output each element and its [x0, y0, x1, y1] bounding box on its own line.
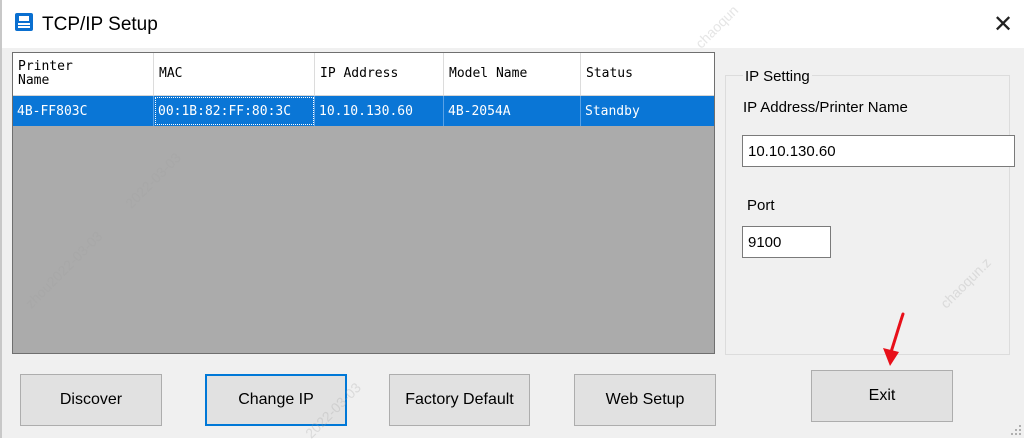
- discover-button[interactable]: Discover: [20, 374, 162, 426]
- close-icon: ✕: [992, 10, 1014, 38]
- printer-list[interactable]: Printer Name MAC IP Address Model Name S…: [12, 52, 715, 354]
- column-header-model-name[interactable]: Model Name: [444, 53, 581, 95]
- column-header-label: IP Address: [320, 66, 399, 81]
- column-header-status[interactable]: Status: [581, 53, 714, 95]
- change-ip-button[interactable]: Change IP: [205, 374, 347, 426]
- close-button[interactable]: ✕: [980, 0, 1024, 48]
- cell-ip-address: 10.10.130.60: [315, 96, 444, 126]
- column-header-printer-name[interactable]: Printer Name: [13, 53, 154, 95]
- exit-button[interactable]: Exit: [811, 370, 953, 422]
- window-title: TCP/IP Setup: [42, 14, 158, 35]
- cell-model-name: 4B-2054A: [444, 96, 581, 126]
- ip-setting-legend: IP Setting: [743, 68, 812, 85]
- column-header-ip-address[interactable]: IP Address: [315, 53, 444, 95]
- port-input[interactable]: [742, 226, 831, 258]
- column-header-label: Model Name: [449, 66, 528, 81]
- cell-status: Standby: [585, 103, 640, 119]
- factory-default-button[interactable]: Factory Default: [389, 374, 530, 426]
- list-row-selected[interactable]: 4B-FF803C 00:1B:82:FF:80:3C 10.10.130.60…: [13, 96, 714, 126]
- cell-printer-name: 4B-FF803C: [13, 96, 154, 126]
- resize-grip-icon[interactable]: [1010, 424, 1022, 436]
- red-arrow-icon: [883, 312, 905, 366]
- web-setup-button[interactable]: Web Setup: [574, 374, 716, 426]
- list-header: Printer Name MAC IP Address Model Name S…: [13, 53, 714, 96]
- ip-address-input[interactable]: [742, 135, 1015, 167]
- ip-address-label: IP Address/Printer Name: [743, 99, 908, 116]
- column-header-label: MAC: [159, 66, 183, 81]
- ip-setting-group: [725, 75, 1010, 355]
- tcpip-setup-window: TCP/IP Setup ✕ Printer Name MAC IP Addre…: [0, 0, 1024, 441]
- printer-icon: [15, 13, 33, 31]
- column-header-mac[interactable]: MAC: [154, 53, 315, 95]
- title-bar: TCP/IP Setup ✕: [2, 0, 1024, 48]
- cell-mac: 00:1B:82:FF:80:3C: [154, 96, 315, 126]
- column-header-label: Printer Name: [18, 59, 73, 88]
- port-label: Port: [747, 197, 775, 214]
- column-header-label: Status: [586, 66, 633, 81]
